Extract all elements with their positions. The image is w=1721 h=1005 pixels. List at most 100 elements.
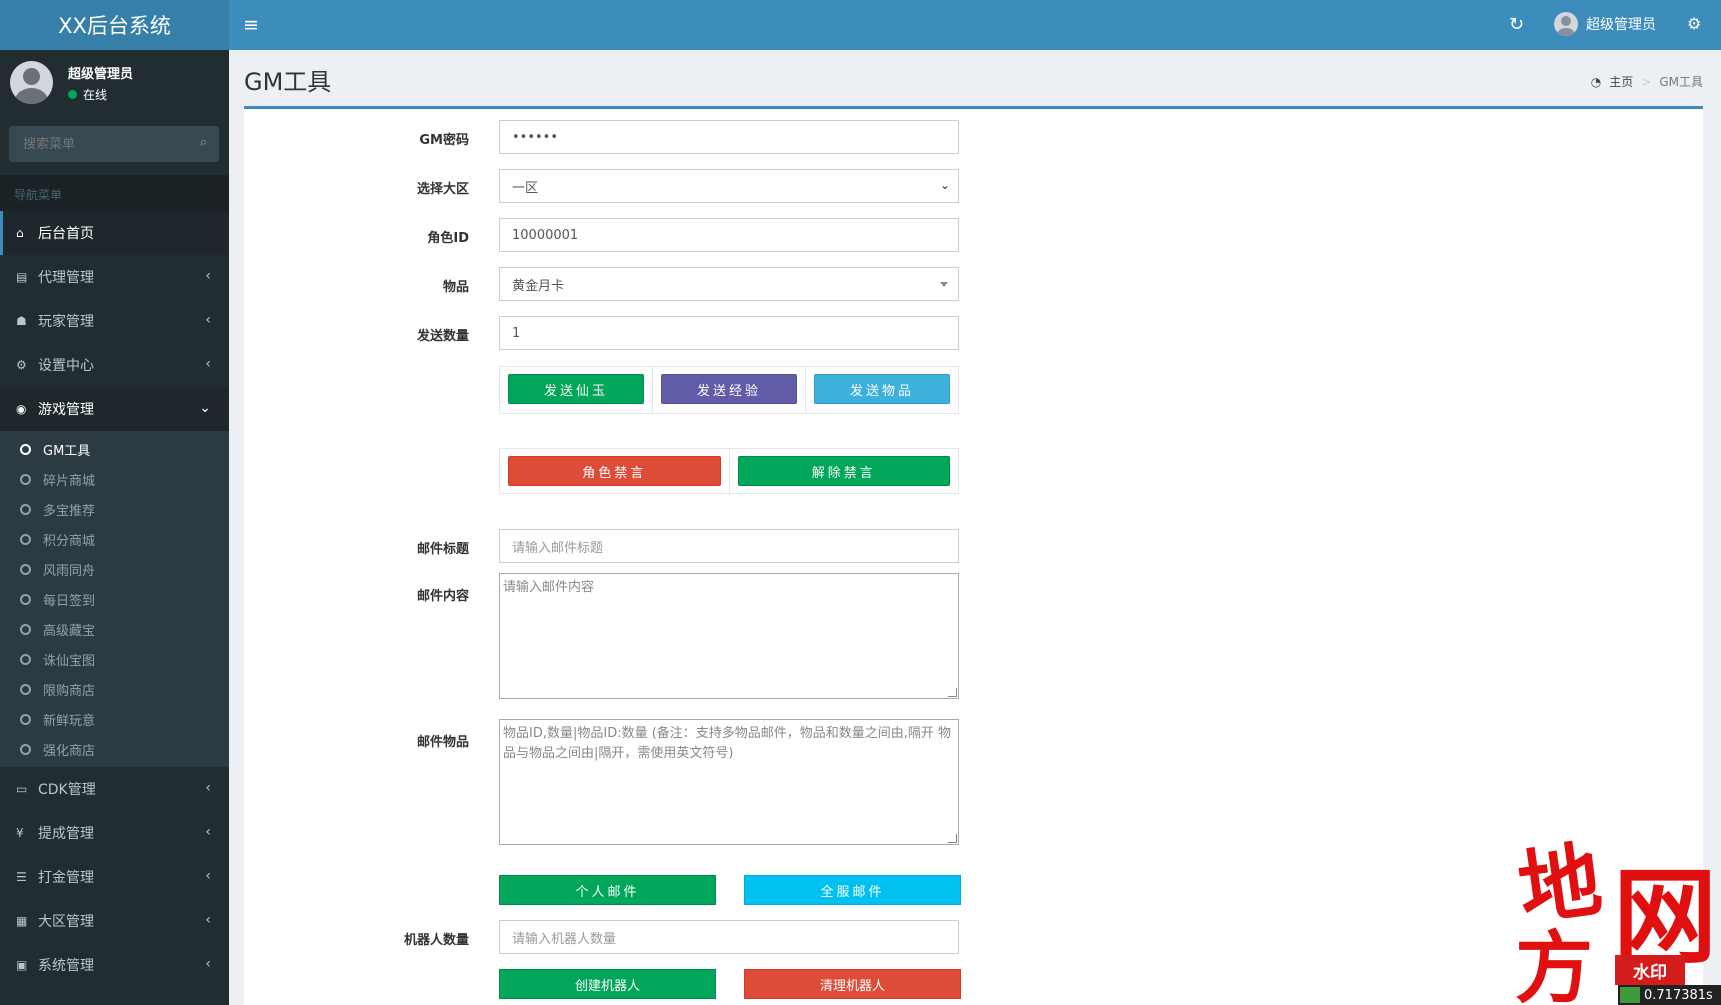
submenu-item-together[interactable]: 风雨同舟: [0, 554, 229, 584]
yen-icon: ¥: [16, 826, 24, 840]
sidebar-item-dashboard[interactable]: ⌂ 后台首页: [0, 211, 229, 255]
timer-value: 0.717381s: [1644, 987, 1713, 1003]
send-exp-button[interactable]: 发送经验: [661, 374, 797, 404]
robot-count-input[interactable]: 请输入机器人数量: [499, 920, 959, 954]
create-robot-button[interactable]: 创建机器人: [499, 969, 716, 999]
server-mail-button[interactable]: 全服邮件: [744, 875, 961, 905]
sidebar-item-label: 代理管理: [38, 270, 94, 286]
circle-icon: [20, 653, 31, 665]
search-input[interactable]: [9, 126, 189, 162]
send-item-button[interactable]: 发送物品: [814, 374, 950, 404]
sidebar-item-commission[interactable]: ¥ 提成管理 ‹: [0, 811, 229, 855]
refresh-icon[interactable]: ↻: [1509, 14, 1524, 35]
mail-content-label: 邮件内容: [416, 589, 469, 604]
chevron-left-icon: ‹: [205, 956, 211, 972]
timer-icon: [1620, 987, 1640, 1003]
breadcrumb-separator: >: [1641, 74, 1652, 89]
robot-count-label: 机器人数量: [403, 933, 469, 948]
submenu-item-limited-shop[interactable]: 限购商店: [0, 674, 229, 704]
sidebar: 超级管理员 在线 ⌕ 导航菜单 ⌂ 后台首页 ▤ 代理管理 ‹ ☗ 玩家管理 ‹…: [0, 50, 229, 1005]
mail-content-placeholder: 请输入邮件内容: [503, 580, 595, 595]
game-submenu: GM工具 碎片商城 多宝推荐 积分商城 风雨同舟 每日签到 高级藏宝 诛仙宝图 …: [0, 431, 229, 767]
submenu-item-label: 高级藏宝: [43, 623, 96, 639]
send-qty-field[interactable]: 1: [499, 316, 959, 350]
circle-icon: [20, 593, 31, 605]
breadcrumb-home[interactable]: 主页: [1609, 73, 1633, 90]
submenu-item-treasure-recommend[interactable]: 多宝推荐: [0, 494, 229, 524]
sidebar-item-game[interactable]: ◉ 游戏管理 ⌄: [0, 387, 229, 431]
unmute-role-button[interactable]: 解除禁言: [737, 456, 950, 486]
send-qty-label: 发送数量: [416, 329, 469, 344]
watermark-char: 方: [1515, 923, 1594, 1005]
sidebar-menu: ⌂ 后台首页 ▤ 代理管理 ‹ ☗ 玩家管理 ‹ ⚙ 设置中心 ‹ ◉ 游戏管理…: [0, 211, 229, 987]
chevron-left-icon: ‹: [205, 824, 211, 840]
sidebar-item-label: 游戏管理: [38, 402, 94, 418]
user-menu[interactable]: 超级管理员: [1554, 12, 1656, 36]
desktop-icon: ▣: [16, 958, 28, 972]
submenu-item-label: 积分商城: [43, 533, 96, 549]
clear-robot-button[interactable]: 清理机器人: [744, 969, 961, 999]
item-select-value: 黄金月卡: [512, 278, 565, 294]
submenu-item-daily-checkin[interactable]: 每日签到: [0, 584, 229, 614]
nav-header: 导航菜单: [0, 175, 229, 211]
region-select[interactable]: 一区 ⌄: [499, 169, 959, 203]
sidebar-toggle-icon[interactable]: ≡: [243, 14, 259, 36]
sidebar-item-label: 打金管理: [38, 870, 94, 886]
sidebar-item-system[interactable]: ▣ 系统管理 ‹: [0, 943, 229, 987]
sidebar-item-settings[interactable]: ⚙ 设置中心 ‹: [0, 343, 229, 387]
sidebar-search: ⌕: [9, 126, 219, 162]
watermark: 地 方 网 水印: [1513, 818, 1721, 1005]
submenu-item-advanced-treasure[interactable]: 高级藏宝: [0, 614, 229, 644]
sidebar-item-label: 系统管理: [38, 958, 94, 974]
mail-title-label: 邮件标题: [416, 542, 469, 557]
sidebar-item-agents[interactable]: ▤ 代理管理 ‹: [0, 255, 229, 299]
submenu-item-novelties[interactable]: 新鲜玩意: [0, 704, 229, 734]
item-select[interactable]: 黄金月卡: [499, 267, 959, 301]
mail-items-textarea[interactable]: 物品ID,数量|物品ID:数量 (备注：支持多物品邮件，物品和数量之间由,隔开 …: [499, 719, 959, 845]
sidebar-item-gold-farming[interactable]: ☰ 打金管理 ‹: [0, 855, 229, 899]
settings-cogs-icon[interactable]: ⚙: [1687, 14, 1701, 33]
app-logo[interactable]: XX后台系统: [0, 0, 229, 50]
submenu-item-gm-tools[interactable]: GM工具: [0, 434, 229, 464]
sidebar-item-players[interactable]: ☗ 玩家管理 ‹: [0, 299, 229, 343]
app-title: XX后台系统: [58, 14, 171, 38]
send-button-group: 发送仙玉 发送经验 发送物品: [499, 366, 959, 414]
gm-password-field[interactable]: ••••••: [499, 120, 959, 154]
submenu-item-enhance-shop[interactable]: 强化商店: [0, 734, 229, 764]
sidebar-item-label: 设置中心: [38, 358, 94, 374]
circle-icon: [20, 473, 31, 485]
mail-content-textarea[interactable]: 请输入邮件内容: [499, 573, 959, 699]
button-cell: 发送物品: [806, 367, 958, 413]
sidebar-item-label: CDK管理: [38, 782, 96, 798]
sidebar-item-regions[interactable]: ▦ 大区管理 ‹: [0, 899, 229, 943]
resize-handle-icon[interactable]: [948, 688, 957, 697]
submenu-item-fragment-shop[interactable]: 碎片商城: [0, 464, 229, 494]
search-icon[interactable]: ⌕: [200, 135, 207, 150]
submenu-item-points-shop[interactable]: 积分商城: [0, 524, 229, 554]
submenu-item-treasure-map[interactable]: 诛仙宝图: [0, 644, 229, 674]
resize-handle-icon[interactable]: [948, 834, 957, 843]
mail-items-label: 邮件物品: [416, 735, 469, 750]
sidebar-item-cdk[interactable]: ▭ CDK管理 ‹: [0, 767, 229, 811]
page-title: GM工具: [244, 68, 332, 96]
role-id-field[interactable]: 10000001: [499, 218, 959, 252]
mail-title-input[interactable]: 请输入邮件标题: [499, 529, 959, 563]
send-jade-button[interactable]: 发送仙玉: [508, 374, 644, 404]
mute-role-button[interactable]: 角色禁言: [508, 456, 721, 486]
circle-icon: [20, 563, 31, 575]
caret-down-icon: [940, 282, 948, 287]
item-label: 物品: [442, 280, 469, 295]
personal-mail-button[interactable]: 个人邮件: [499, 875, 716, 905]
id-card-icon: ▤: [16, 270, 28, 284]
user-avatar: [1554, 12, 1578, 36]
load-timer: 0.717381s: [1618, 985, 1721, 1005]
content-header: GM工具: [244, 62, 331, 97]
user-panel: 超级管理员 在线: [0, 50, 229, 120]
chevron-down-icon: ⌄: [199, 400, 211, 416]
submenu-item-label: 限购商店: [43, 683, 96, 699]
circle-icon: [20, 623, 31, 635]
th-large-icon: ▦: [16, 914, 28, 928]
sidebar-item-label: 大区管理: [38, 914, 94, 930]
submenu-item-label: GM工具: [43, 443, 91, 459]
circle-icon: [20, 443, 31, 455]
